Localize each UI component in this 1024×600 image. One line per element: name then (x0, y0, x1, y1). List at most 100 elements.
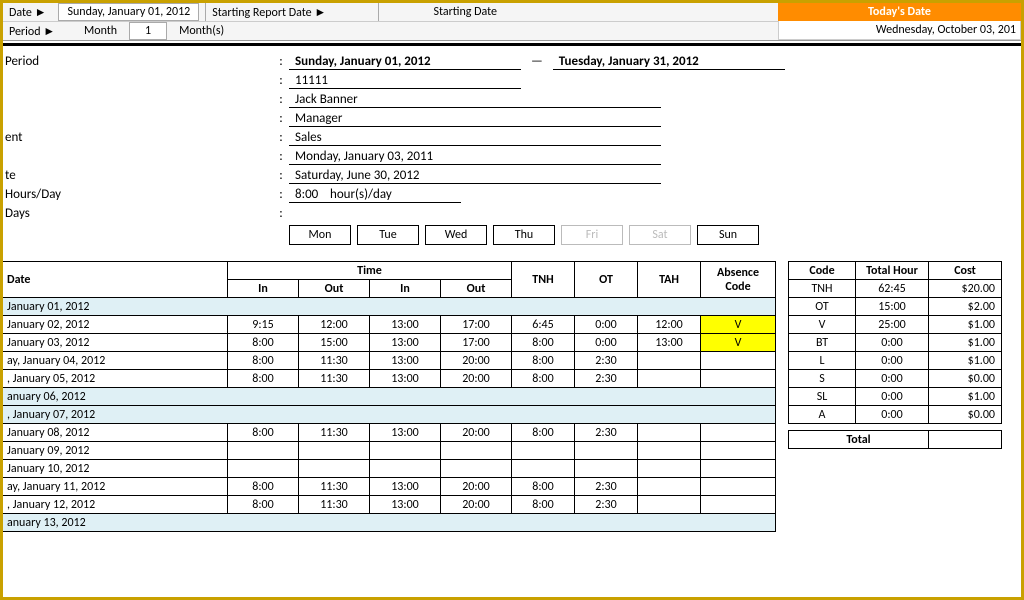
table-row[interactable]: ay, January 04, 20128:0011:3013:0020:008… (3, 352, 776, 370)
cell[interactable]: 0:00 (575, 316, 638, 334)
cell[interactable]: 13:00 (370, 370, 441, 388)
cell[interactable]: 8:00 (512, 334, 575, 352)
cell[interactable]: 13:00 (370, 424, 441, 442)
table-row[interactable]: January 10, 2012 (3, 460, 776, 478)
day-wed[interactable]: Wed (425, 225, 487, 245)
cell[interactable] (701, 370, 776, 388)
cell[interactable]: 12:00 (299, 316, 370, 334)
cell[interactable]: 11:30 (299, 424, 370, 442)
cell[interactable] (701, 352, 776, 370)
summary-row[interactable]: V25:00$1.00 (789, 316, 1002, 334)
cell[interactable]: 11:30 (299, 496, 370, 514)
summary-row[interactable]: S0:00$0.00 (789, 370, 1002, 388)
summary-row[interactable]: OT15:00$2.00 (789, 298, 1002, 316)
cell[interactable]: 8:00 (228, 424, 299, 442)
cell[interactable] (701, 442, 776, 460)
cell[interactable] (575, 460, 638, 478)
table-row[interactable]: ay, January 11, 20128:0011:3013:0020:008… (3, 478, 776, 496)
summary-table[interactable]: Code Total Hour Cost TNH62:45$20.00OT15:… (788, 261, 1002, 449)
cell[interactable]: , January 12, 2012 (3, 496, 228, 514)
cell[interactable] (228, 460, 299, 478)
cell[interactable] (228, 442, 299, 460)
cell[interactable]: January 09, 2012 (3, 442, 228, 460)
cell[interactable] (441, 442, 512, 460)
cell[interactable] (638, 442, 701, 460)
cell[interactable] (638, 424, 701, 442)
table-row[interactable]: , January 07, 2012 (3, 406, 776, 424)
table-row[interactable]: January 09, 2012 (3, 442, 776, 460)
table-row[interactable]: January 03, 20128:0015:0013:0017:008:000… (3, 334, 776, 352)
cell[interactable] (299, 442, 370, 460)
cell[interactable]: 13:00 (370, 478, 441, 496)
cell[interactable]: 8:00 (512, 478, 575, 496)
table-row[interactable]: January 02, 20129:1512:0013:0017:006:450… (3, 316, 776, 334)
cell[interactable]: January 08, 2012 (3, 424, 228, 442)
cell[interactable]: 8:00 (228, 496, 299, 514)
cell[interactable]: 0:00 (575, 334, 638, 352)
cell[interactable]: 11:30 (299, 352, 370, 370)
day-sun[interactable]: Sun (697, 225, 759, 245)
cell[interactable]: 8:00 (228, 352, 299, 370)
table-row[interactable]: anuary 13, 2012 (3, 514, 776, 532)
table-row[interactable]: anuary 06, 2012 (3, 388, 776, 406)
cell[interactable]: 20:00 (441, 424, 512, 442)
cell[interactable]: 6:45 (512, 316, 575, 334)
table-row[interactable]: January 01, 2012 (3, 298, 776, 316)
cell[interactable]: January 03, 2012 (3, 334, 228, 352)
cell[interactable]: 17:00 (441, 316, 512, 334)
day-mon[interactable]: Mon (289, 225, 351, 245)
cell[interactable]: 2:30 (575, 424, 638, 442)
cell[interactable]: 8:00 (512, 424, 575, 442)
cell[interactable] (638, 460, 701, 478)
cell[interactable]: 8:00 (512, 352, 575, 370)
cell[interactable] (701, 478, 776, 496)
cell[interactable] (638, 352, 701, 370)
cell[interactable]: 20:00 (441, 478, 512, 496)
timesheet-table[interactable]: Date Time TNH OT TAH Absence Code In Out… (3, 261, 776, 532)
cell[interactable]: 12:00 (638, 316, 701, 334)
cell[interactable]: V (701, 316, 776, 334)
cell[interactable]: 13:00 (370, 496, 441, 514)
cell[interactable]: 20:00 (441, 496, 512, 514)
cell[interactable] (575, 442, 638, 460)
cell[interactable] (701, 424, 776, 442)
cell[interactable]: 13:00 (370, 334, 441, 352)
cell[interactable]: 15:00 (299, 334, 370, 352)
cell[interactable]: 2:30 (575, 496, 638, 514)
cell[interactable]: 8:00 (228, 478, 299, 496)
cell[interactable]: 8:00 (228, 370, 299, 388)
month-value[interactable]: 1 (129, 22, 167, 40)
cell[interactable]: 13:00 (370, 316, 441, 334)
cell[interactable]: ay, January 11, 2012 (3, 478, 228, 496)
table-row[interactable]: January 08, 20128:0011:3013:0020:008:002… (3, 424, 776, 442)
cell[interactable]: 8:00 (512, 496, 575, 514)
day-thu[interactable]: Thu (493, 225, 555, 245)
cell[interactable]: 20:00 (441, 370, 512, 388)
cell[interactable]: , January 05, 2012 (3, 370, 228, 388)
cell[interactable] (701, 460, 776, 478)
cell[interactable]: January 10, 2012 (3, 460, 228, 478)
cell[interactable]: ay, January 04, 2012 (3, 352, 228, 370)
cell[interactable] (638, 370, 701, 388)
cell[interactable]: 2:30 (575, 352, 638, 370)
table-row[interactable]: , January 12, 20128:0011:3013:0020:008:0… (3, 496, 776, 514)
summary-row[interactable]: A0:00$0.00 (789, 406, 1002, 424)
cell[interactable]: 8:00 (228, 334, 299, 352)
cell[interactable] (512, 460, 575, 478)
summary-row[interactable]: L0:00$1.00 (789, 352, 1002, 370)
day-tue[interactable]: Tue (357, 225, 419, 245)
cell[interactable]: 20:00 (441, 352, 512, 370)
cell[interactable] (638, 478, 701, 496)
cell[interactable]: January 02, 2012 (3, 316, 228, 334)
cell[interactable] (512, 442, 575, 460)
table-row[interactable]: , January 05, 20128:0011:3013:0020:008:0… (3, 370, 776, 388)
day-sat[interactable]: Sat (629, 225, 691, 245)
summary-row[interactable]: BT0:00$1.00 (789, 334, 1002, 352)
cell[interactable]: 11:30 (299, 478, 370, 496)
cell[interactable]: 2:30 (575, 478, 638, 496)
cell[interactable]: 8:00 (512, 370, 575, 388)
summary-row[interactable]: SL0:00$1.00 (789, 388, 1002, 406)
day-fri[interactable]: Fri (561, 225, 623, 245)
cell[interactable]: V (701, 334, 776, 352)
cell[interactable]: 13:00 (638, 334, 701, 352)
